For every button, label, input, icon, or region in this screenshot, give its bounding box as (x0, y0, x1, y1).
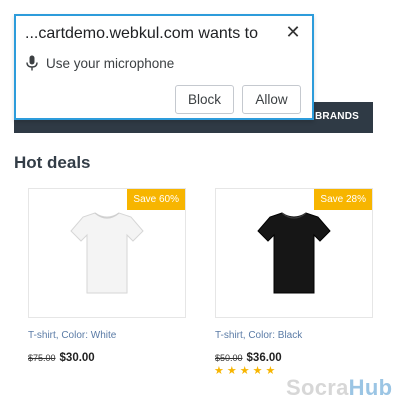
star-icon: ★ (214, 365, 224, 377)
nav-item-brands[interactable]: BRANDS (315, 111, 359, 122)
star-icon: ★ (265, 365, 276, 377)
allow-button[interactable]: Allow (242, 85, 301, 114)
product-card[interactable]: Save 28% (215, 188, 373, 318)
tshirt-shape (70, 212, 144, 294)
current-price: $36.00 (246, 352, 282, 364)
watermark-logo: SocraHub (286, 375, 392, 401)
section-title: Hot deals (14, 153, 91, 172)
star-icon: ★ (252, 365, 263, 377)
tshirt-white-image (70, 212, 144, 294)
price-row: $75.00 $30.00 (28, 352, 95, 364)
tshirt-black-image (257, 212, 331, 294)
tshirt-shape (257, 212, 331, 294)
close-icon[interactable]: ✕ (284, 23, 302, 41)
product-card[interactable]: Save 60% (28, 188, 186, 318)
prompt-title: ...cartdemo.webkul.com wants to (25, 25, 258, 42)
price-row: $50.00 $36.00 (215, 352, 282, 364)
watermark-part: Hub (348, 375, 393, 400)
star-icon: ★ (226, 365, 237, 377)
old-price: $75.00 (28, 353, 56, 363)
permission-label: Use your microphone (46, 55, 175, 71)
star-icon: ★ (239, 365, 250, 377)
permission-row: Use your microphone (26, 55, 174, 71)
product-name-link[interactable]: T-shirt, Color: Black (215, 330, 302, 341)
rating-stars: ★ ★ ★ ★ ★ (214, 366, 275, 377)
current-price: $30.00 (59, 352, 95, 364)
old-price: $50.00 (215, 353, 243, 363)
product-name-link[interactable]: T-shirt, Color: White (28, 330, 116, 341)
watermark-part: Socra (286, 375, 349, 400)
block-button[interactable]: Block (175, 85, 234, 114)
microphone-icon (26, 55, 38, 71)
microphone-permission-prompt: ...cartdemo.webkul.com wants to ✕ Use yo… (14, 14, 314, 120)
